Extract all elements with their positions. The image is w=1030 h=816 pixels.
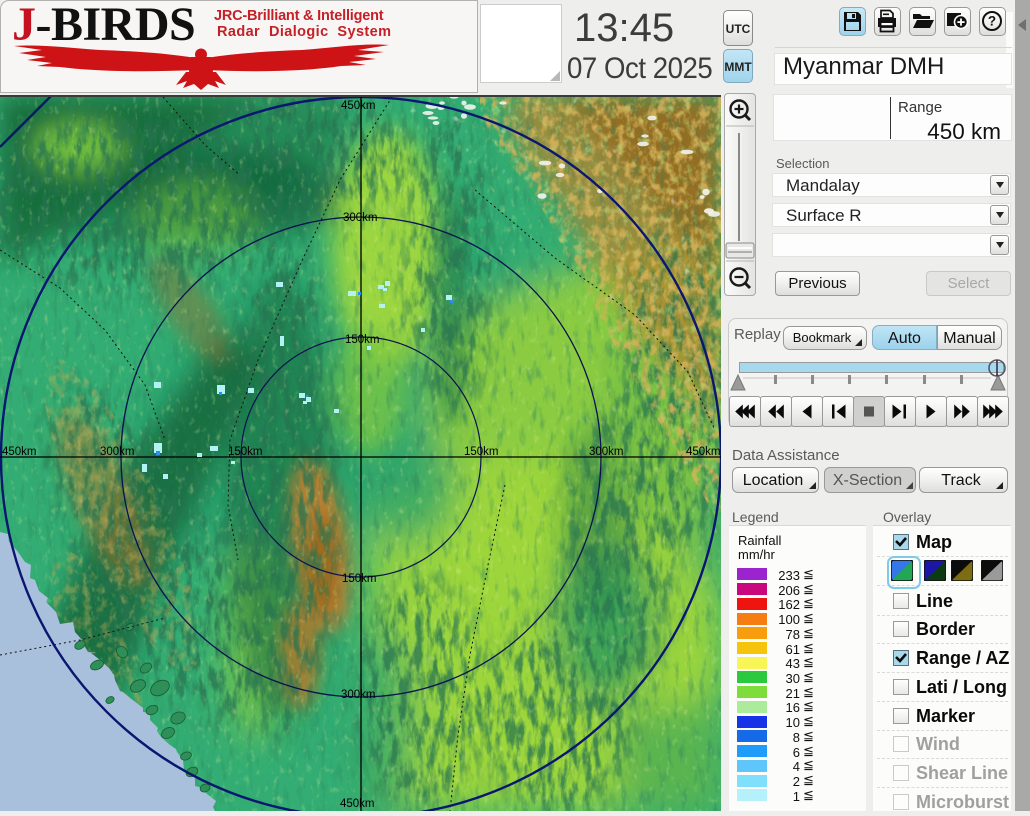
svg-text:450km: 450km — [341, 100, 376, 112]
svg-text:300km: 300km — [343, 212, 378, 224]
svg-text:?: ? — [988, 14, 996, 29]
svg-text:300km: 300km — [341, 689, 376, 701]
svg-text:450km: 450km — [686, 446, 721, 458]
svg-text:150km: 150km — [464, 446, 499, 458]
svg-text:450km: 450km — [340, 798, 375, 810]
svg-text:450km: 450km — [2, 446, 37, 458]
svg-text:150km: 150km — [228, 446, 263, 458]
svg-text:300km: 300km — [100, 446, 135, 458]
svg-text:150km: 150km — [345, 334, 380, 346]
svg-text:150km: 150km — [342, 573, 377, 585]
svg-text:300km: 300km — [589, 446, 624, 458]
